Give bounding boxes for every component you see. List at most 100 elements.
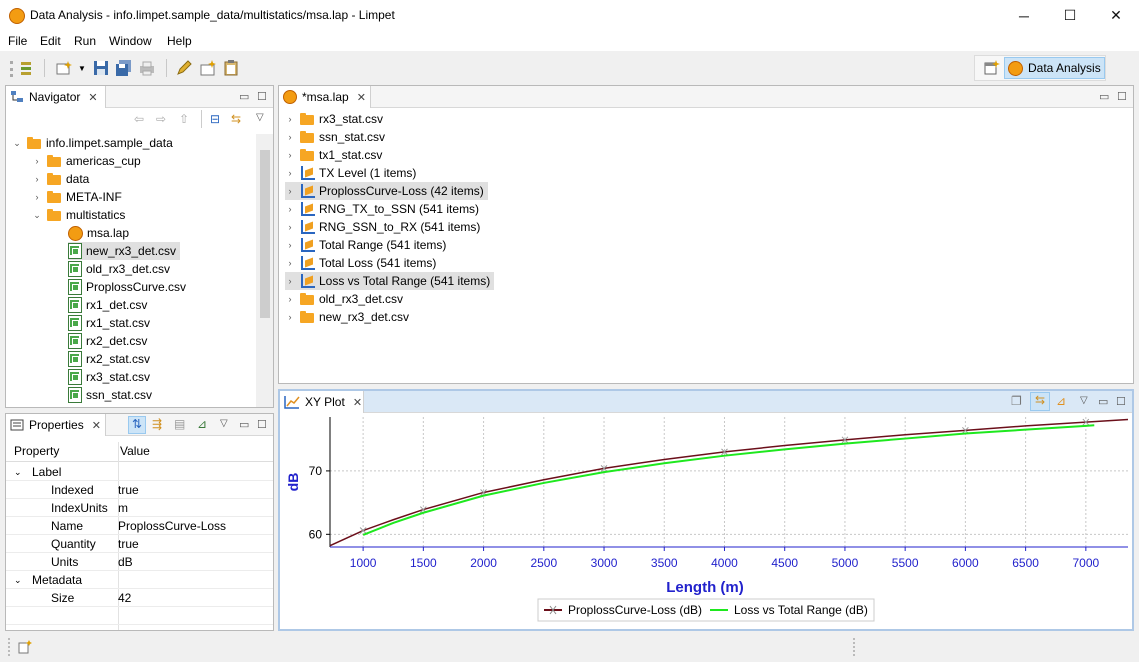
collapsed-arrow-icon[interactable]: ›	[285, 186, 295, 196]
navigator-scrollbar[interactable]	[256, 134, 273, 407]
close-icon[interactable]: ✕	[357, 91, 366, 104]
maximize-view-icon[interactable]: ☐	[1117, 90, 1127, 103]
collapsed-arrow-icon[interactable]: ›	[285, 168, 295, 178]
editor-item[interactable]: › Total Range (541 items)	[285, 236, 450, 254]
property-value[interactable]: 42	[118, 591, 131, 605]
new-wizard-icon[interactable]	[56, 60, 72, 76]
expand-arrow-icon[interactable]: ⌄	[32, 210, 42, 221]
maximize-button[interactable]: ☐	[1047, 0, 1093, 31]
collapsed-arrow-icon[interactable]: ›	[285, 150, 295, 160]
property-group-metadata[interactable]: ⌄ Metadata	[6, 571, 273, 589]
property-value[interactable]: ProplossCurve-Loss	[118, 519, 226, 533]
tab-properties[interactable]: Properties ✕	[6, 414, 106, 436]
tree-file[interactable]: rx2_stat.csv	[68, 350, 150, 368]
property-value[interactable]: true	[118, 537, 139, 551]
link-editor-icon[interactable]: ⇆	[231, 112, 241, 126]
editor-item[interactable]: › new_rx3_det.csv	[285, 308, 413, 326]
maximize-view-icon[interactable]: ☐	[257, 90, 267, 103]
editor-item[interactable]: › RNG_SSN_to_RX (541 items)	[285, 218, 484, 236]
collapsed-arrow-icon[interactable]: ›	[285, 204, 295, 214]
back-arrow-icon[interactable]: ⇦	[134, 112, 144, 126]
expand-arrow-icon[interactable]: ⌄	[14, 575, 22, 586]
property-row[interactable]: Size 42	[6, 589, 273, 607]
tree-file[interactable]: old_rx3_det.csv	[68, 260, 170, 278]
collapsed-arrow-icon[interactable]: ›	[285, 240, 295, 250]
editor-item[interactable]: › TX Level (1 items)	[285, 164, 420, 182]
collapsed-arrow-icon[interactable]: ›	[32, 192, 42, 202]
pen-icon[interactable]	[176, 60, 192, 76]
property-row[interactable]: Indexed true	[6, 481, 273, 499]
tree-file[interactable]: rx1_stat.csv	[68, 314, 150, 332]
property-row[interactable]: Quantity true	[6, 535, 273, 553]
minimize-view-icon[interactable]: ▭	[239, 90, 249, 103]
close-icon[interactable]: ✕	[92, 419, 101, 432]
tree-folder-meta-inf[interactable]: › META-INF	[32, 188, 122, 206]
maximize-view-icon[interactable]: ☐	[257, 418, 267, 431]
editor-item[interactable]: › old_rx3_det.csv	[285, 290, 407, 308]
tree-file[interactable]: ssn_stat.csv	[68, 386, 152, 404]
property-row[interactable]: Name ProplossCurve-Loss	[6, 517, 273, 535]
up-icon[interactable]: ⇧	[179, 112, 189, 126]
menu-file[interactable]: File	[8, 34, 27, 48]
tree-folder-multistatics[interactable]: ⌄ multistatics	[32, 206, 125, 224]
tree-folder-data[interactable]: › data	[32, 170, 90, 188]
minimize-view-icon[interactable]: ▭	[1098, 395, 1108, 408]
menu-window[interactable]: Window	[109, 34, 152, 48]
maximize-view-icon[interactable]: ☐	[1116, 395, 1126, 408]
property-value[interactable]: m	[118, 501, 128, 515]
expand-arrow-icon[interactable]: ⌄	[14, 467, 22, 478]
perspective-data-analysis[interactable]: Data Analysis	[1004, 57, 1105, 79]
collapsed-arrow-icon[interactable]: ›	[285, 258, 295, 268]
tree-file[interactable]: rx1_det.csv	[68, 296, 147, 314]
restore-default-icon[interactable]: ⊿	[197, 417, 207, 431]
editor-item[interactable]: › Total Loss (541 items)	[285, 254, 440, 272]
tab-navigator[interactable]: Navigator ✕	[6, 86, 106, 108]
copy-plot-icon[interactable]: ❐	[1011, 394, 1022, 408]
tree-file[interactable]: rx3_stat.csv	[68, 368, 150, 386]
close-icon[interactable]: ✕	[88, 91, 97, 104]
link-selection-icon[interactable]: ⇆	[1030, 392, 1050, 411]
collapsed-arrow-icon[interactable]: ›	[285, 222, 295, 232]
new-folder-icon[interactable]	[200, 60, 216, 76]
scrollbar-thumb[interactable]	[260, 150, 270, 318]
save-all-icon[interactable]	[116, 60, 132, 76]
editor-item[interactable]: › tx1_stat.csv	[285, 146, 386, 164]
tab-xy-plot[interactable]: XY Plot ✕	[280, 391, 364, 413]
view-menu-icon[interactable]: ▽	[256, 112, 264, 123]
property-row[interactable]: Units dB	[6, 553, 273, 571]
collapse-all-icon[interactable]: ⊟	[210, 112, 220, 126]
clipboard-icon[interactable]	[223, 60, 239, 76]
forward-arrow-icon[interactable]: ⇨	[156, 112, 166, 126]
collapsed-arrow-icon[interactable]: ›	[285, 276, 295, 286]
property-value[interactable]: true	[118, 483, 139, 497]
menu-run[interactable]: Run	[74, 34, 96, 48]
menu-help[interactable]: Help	[167, 34, 192, 48]
new-dropdown-icon[interactable]: ▼	[78, 64, 86, 73]
minimize-view-icon[interactable]: ▭	[239, 418, 249, 431]
open-perspective-icon[interactable]	[984, 60, 1000, 76]
save-icon[interactable]	[93, 60, 109, 76]
close-icon[interactable]: ✕	[353, 396, 362, 409]
menu-edit[interactable]: Edit	[40, 34, 61, 48]
tree-folder-americas-cup[interactable]: › americas_cup	[32, 152, 141, 170]
minimize-button[interactable]: ─	[1001, 0, 1047, 31]
tree-file[interactable]: rx2_det.csv	[68, 332, 147, 350]
categories-icon[interactable]: ⇅	[128, 416, 146, 434]
print-icon[interactable]	[139, 60, 155, 76]
tree-file[interactable]: msa.lap	[68, 224, 129, 242]
property-row[interactable]: IndexUnits m	[6, 499, 273, 517]
close-button[interactable]: ✕	[1093, 0, 1139, 31]
filter-icon[interactable]: ⇶	[152, 417, 162, 431]
advanced-icon[interactable]: ▤	[174, 417, 185, 431]
chart-type-icon[interactable]: ⊿	[1056, 394, 1066, 408]
collapsed-arrow-icon[interactable]: ›	[285, 294, 295, 304]
property-group-label[interactable]: ⌄ Label	[6, 463, 273, 481]
collapsed-arrow-icon[interactable]: ›	[285, 312, 295, 322]
stack-icon[interactable]	[18, 60, 34, 76]
view-menu-icon[interactable]: ▽	[1080, 395, 1088, 406]
view-menu-icon[interactable]: ▽	[220, 418, 228, 429]
collapsed-arrow-icon[interactable]: ›	[285, 114, 295, 124]
editor-item[interactable]: › rx3_stat.csv	[285, 110, 387, 128]
editor-item[interactable]: › ProplossCurve-Loss (42 items)	[285, 182, 488, 200]
new-fast-view-icon[interactable]	[18, 640, 32, 654]
